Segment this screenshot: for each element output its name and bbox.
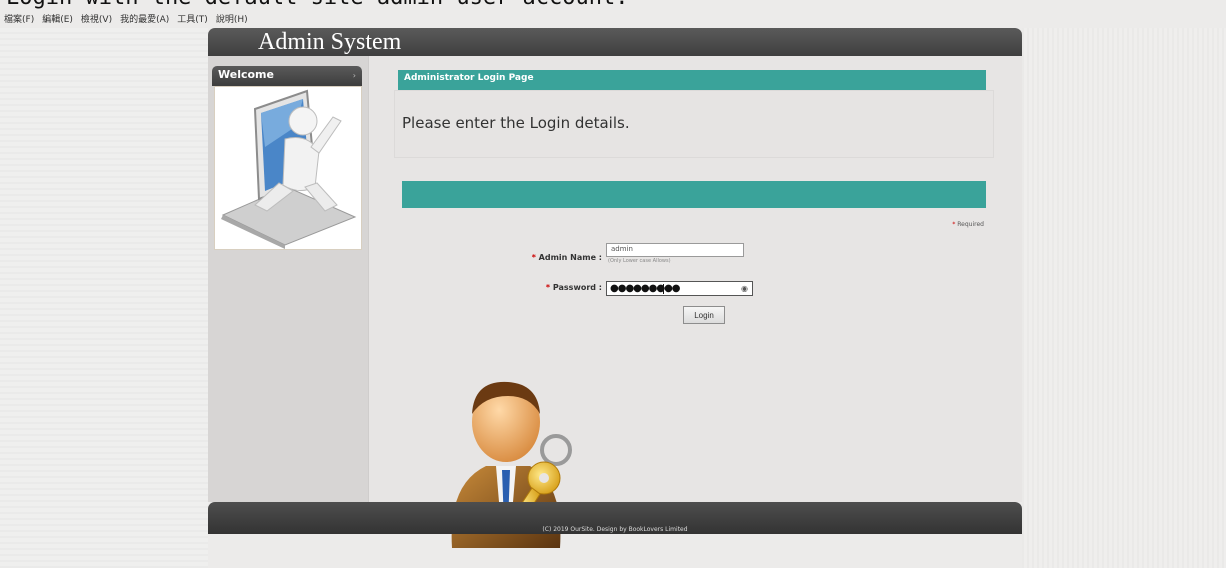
admin-name-hint: (Only Lower case Allows) bbox=[608, 258, 671, 264]
caption-text: Login with the default site admin user a… bbox=[6, 0, 629, 9]
password-label: * Password : bbox=[546, 283, 602, 292]
text-caret bbox=[663, 284, 664, 294]
welcome-panel-header: Welcome › bbox=[212, 66, 362, 86]
form-header-bar bbox=[402, 181, 986, 208]
password-masked-value: ●●●●●●●●● bbox=[610, 283, 681, 294]
required-star: * bbox=[952, 221, 956, 228]
required-note-text: Required bbox=[957, 221, 984, 228]
browser-menubar: 檔案(F) 編輯(E) 檢視(V) 我的最愛(A) 工具(T) 說明(H) bbox=[4, 12, 248, 26]
admin-name-label-text: Admin Name : bbox=[538, 253, 602, 262]
admin-name-input[interactable]: admin bbox=[606, 243, 744, 257]
admin-name-value: admin bbox=[611, 245, 633, 253]
menu-item-tools[interactable]: 工具(T) bbox=[177, 12, 208, 26]
menu-item-file[interactable]: 檔案(F) bbox=[4, 12, 34, 26]
admin-name-label: * Admin Name : bbox=[532, 253, 602, 262]
login-page-header: Administrator Login Page bbox=[398, 70, 986, 90]
reveal-password-icon[interactable]: ◉ bbox=[741, 283, 748, 295]
menu-item-favorites[interactable]: 我的最愛(A) bbox=[120, 12, 169, 26]
login-page-title: Administrator Login Page bbox=[404, 73, 534, 83]
welcome-title: Welcome bbox=[218, 68, 274, 81]
menu-item-help[interactable]: 說明(H) bbox=[216, 12, 248, 26]
login-button[interactable]: Login bbox=[683, 306, 725, 324]
menu-item-view[interactable]: 檢視(V) bbox=[81, 12, 112, 26]
required-note: * Required bbox=[952, 221, 984, 228]
left-sidebar: Welcome › bbox=[208, 56, 369, 502]
menu-item-edit[interactable]: 編輯(E) bbox=[42, 12, 73, 26]
welcome-laptop-illustration bbox=[214, 86, 362, 250]
site-footer: (C) 2019 OurSite. Design by BookLovers L… bbox=[208, 502, 1022, 534]
chevron-right-icon: › bbox=[352, 71, 356, 80]
password-input[interactable]: ●●●●●●●●● ◉ bbox=[606, 281, 753, 296]
site-header: Admin System bbox=[208, 28, 1022, 56]
page-background-left bbox=[0, 28, 208, 568]
password-label-text: Password : bbox=[552, 283, 602, 292]
page-body: Welcome › Administrator Login Page Pleas… bbox=[208, 56, 1022, 548]
password-required-star: * bbox=[545, 283, 551, 292]
admin-required-star: * bbox=[531, 253, 536, 262]
intro-box: Please enter the Login details. bbox=[394, 90, 994, 158]
page-background-right bbox=[1022, 28, 1226, 568]
intro-text: Please enter the Login details. bbox=[402, 114, 630, 132]
footer-copyright: (C) 2019 OurSite. Design by BookLovers L… bbox=[542, 526, 688, 533]
site-title: Admin System bbox=[258, 29, 402, 55]
